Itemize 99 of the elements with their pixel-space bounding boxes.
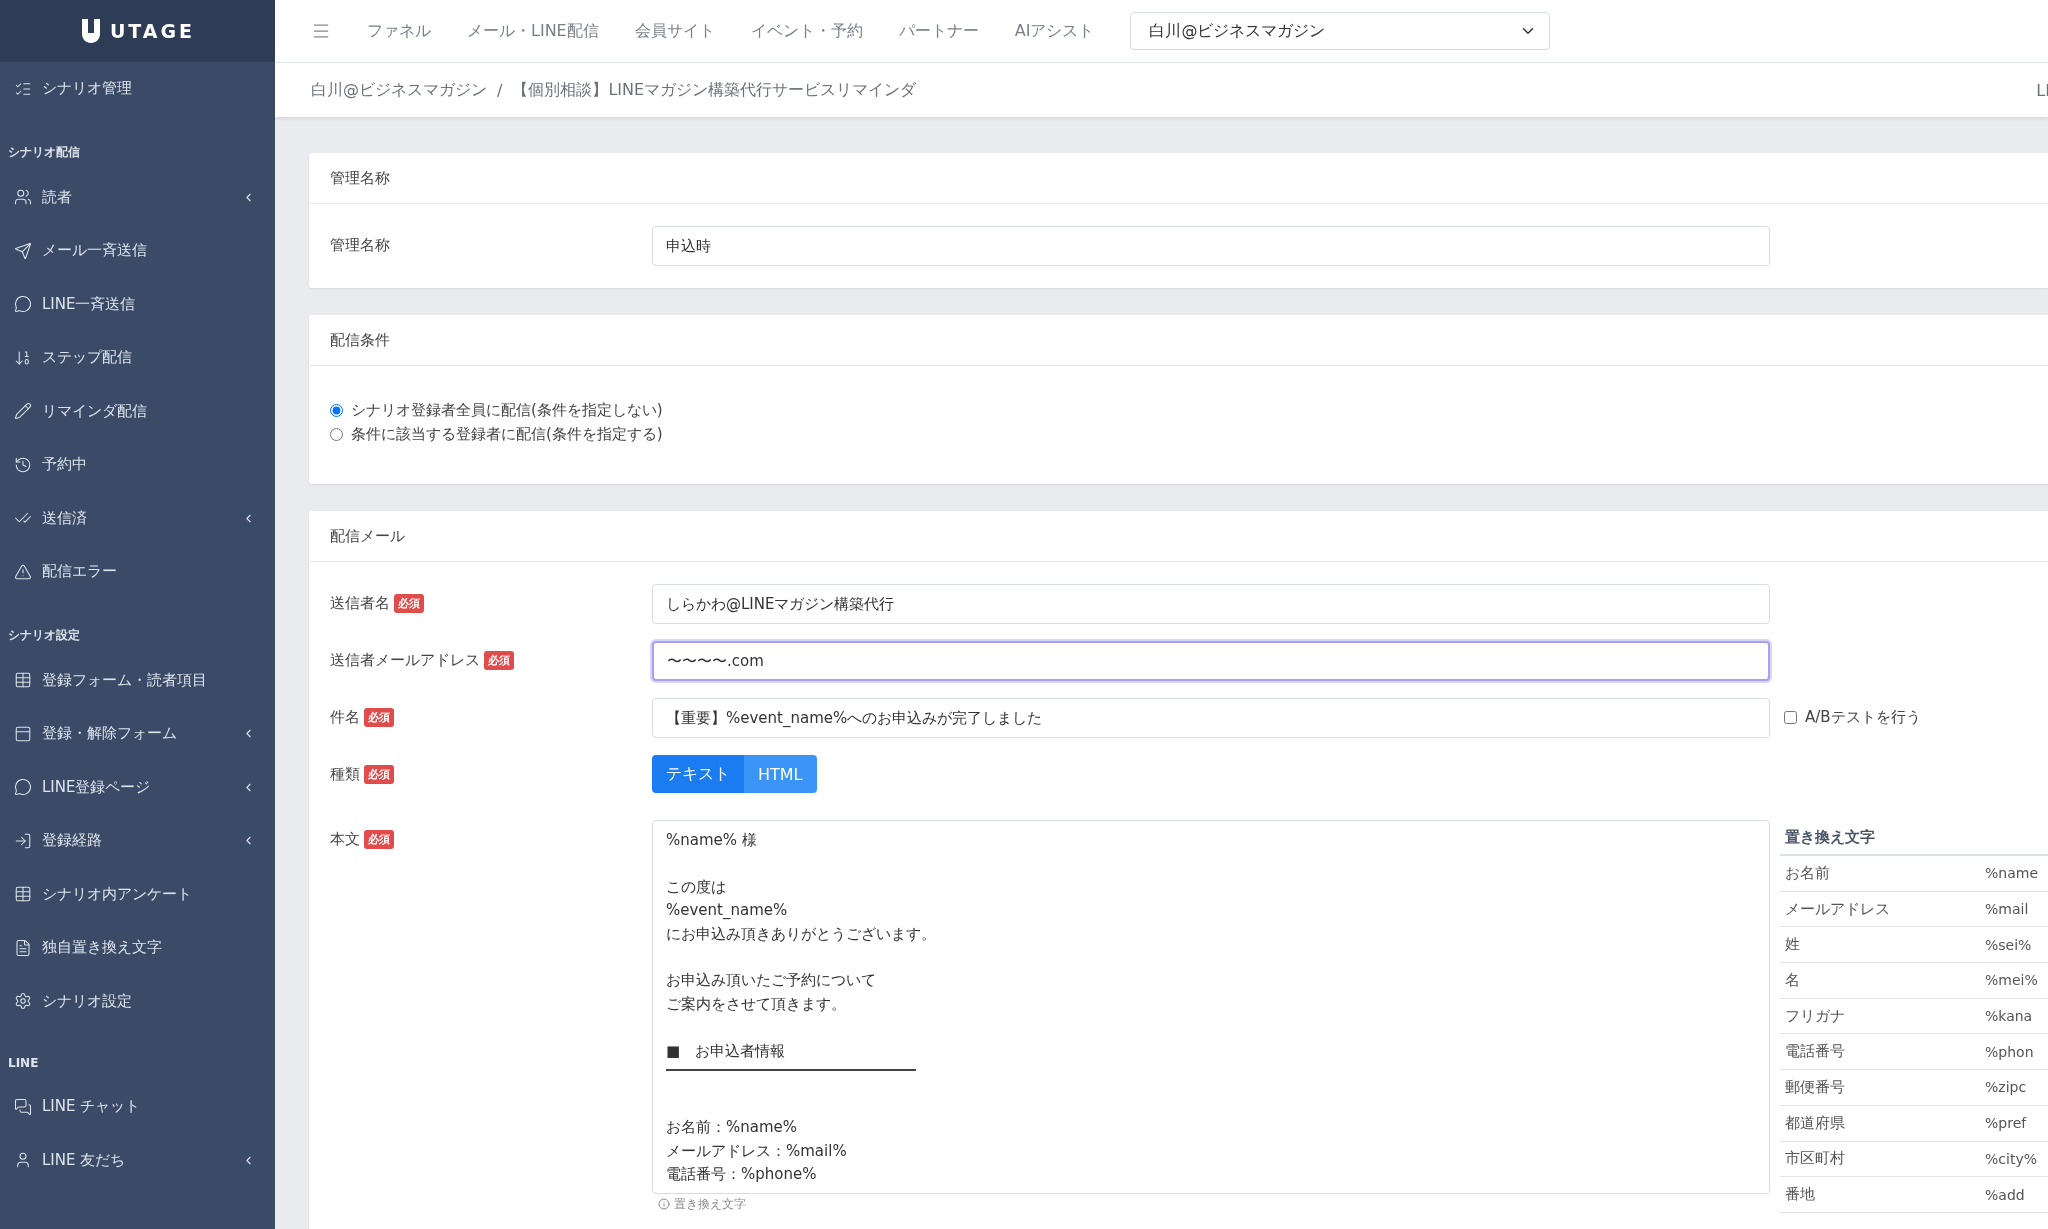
table-cell: %kana <box>1985 1008 2033 1025</box>
required-badge: 必須 <box>364 708 394 727</box>
user-icon <box>14 1151 32 1170</box>
sidebar-item[interactable]: LINE登録ページ <box>0 760 275 814</box>
table-cell-text: 都道府県 <box>1784 1113 1846 1133</box>
table-cell: %name <box>1985 865 2038 882</box>
card-title: 管理名称 <box>330 168 390 188</box>
sidebar-item[interactable]: 登録フォーム・読者項目 <box>0 653 275 707</box>
form-icon <box>14 724 32 743</box>
field-label: 本文 <box>330 830 360 849</box>
table-cell: %phon <box>1985 1043 2034 1060</box>
section-heading: LINE <box>7 1055 40 1072</box>
table-cell: %mail <box>1985 901 2029 918</box>
login-icon <box>14 831 32 850</box>
checkbox-label: A/Bテストを行う <box>1805 708 1921 727</box>
field-label: 送信者名 <box>330 594 390 613</box>
input-field[interactable]: 【重要】%event_name%へのお申込みが完了しました <box>652 698 1770 738</box>
required-badge: 必須 <box>484 651 514 670</box>
table-cell: %sei% <box>1985 936 2032 953</box>
sidebar-item[interactable]: 独自置き換え文字 <box>0 921 275 975</box>
nav-link[interactable]: パートナー <box>898 20 979 42</box>
table-cell: %pref <box>1985 1115 2027 1132</box>
required-badge: 必須 <box>364 830 394 849</box>
checkbox[interactable] <box>1784 711 1797 724</box>
breadcrumb-separator: / <box>497 80 503 100</box>
chat-icon <box>14 778 32 797</box>
table-icon <box>14 885 32 904</box>
table-cell-text: フリガナ <box>1784 1006 1846 1026</box>
type-toggle[interactable]: テキスト <box>652 755 744 793</box>
table-cell-text: 郵便番号 <box>1784 1077 1846 1097</box>
nav-link[interactable]: AIアシスト <box>1014 20 1095 42</box>
table-cell-text: 市区町村 <box>1784 1149 1846 1169</box>
table-cell-text: メールアドレス <box>1784 899 1891 919</box>
logo-text: UTAGE <box>109 20 196 42</box>
field-label: 送信者メールアドレス <box>330 651 480 670</box>
breadcrumb-link[interactable]: LI <box>2036 80 2048 100</box>
required-badge: 必須 <box>364 765 394 784</box>
field-label: 件名 <box>330 708 360 727</box>
chats-icon <box>14 1097 32 1116</box>
sidebar-item[interactable]: リマインダ配信 <box>0 384 275 438</box>
body-text-area[interactable]: %name% 様 この度は %event_name% にお申込み頂きありがとうございます。 お申込み頂いたご予約について ご案内をさせて頂きます。 ■ お申込者情報 お名前：%name% メールアドレス：%mail% 電話番号：%phone% <box>652 820 1770 1194</box>
breadcrumb-link[interactable]: 白川@ビジネスマガジン <box>311 79 487 101</box>
table-header: 置き換え文字 <box>1780 820 2048 856</box>
nav-link[interactable]: 会員サイト <box>634 20 715 42</box>
sidebar-item[interactable]: シナリオ管理 <box>0 62 275 116</box>
input-field[interactable]: 〜〜〜〜.com <box>652 641 1770 681</box>
history-icon <box>14 455 32 474</box>
radio-button[interactable] <box>330 427 343 441</box>
table-cell-text: 電話番号 <box>1784 1042 1846 1062</box>
info-icon <box>658 1198 670 1210</box>
pencil-icon <box>14 402 32 421</box>
settings-icon <box>14 992 32 1011</box>
sidebar-item[interactable]: シナリオ内アンケート <box>0 867 275 921</box>
document-icon <box>14 938 32 957</box>
input-field[interactable]: 申込時 <box>652 226 1770 266</box>
sidebar-item[interactable]: 送信済 <box>0 491 275 545</box>
table-cell: %add <box>1985 1186 2025 1203</box>
field-label: 管理名称 <box>330 236 390 255</box>
sidebar-item[interactable]: 読者 <box>0 170 275 224</box>
nav-link[interactable]: イベント・予約 <box>750 20 863 42</box>
users-icon <box>14 188 32 207</box>
table-cell: %city% <box>1985 1150 2037 1167</box>
table-cell-text: お名前 <box>1784 863 1831 883</box>
radio-label: シナリオ登録者全員に配信(条件を指定しない) <box>351 400 663 420</box>
nav-link[interactable]: ファネル <box>367 20 431 42</box>
sidebar-item[interactable]: シナリオ設定 <box>0 974 275 1028</box>
sidebar-item[interactable]: メール一斉送信 <box>0 224 275 278</box>
required-badge: 必須 <box>394 594 424 613</box>
sidebar-item[interactable]: 登録経路 <box>0 814 275 868</box>
sort-icon <box>14 348 32 367</box>
input-field[interactable]: しらかわ@LINEマガジン構築代行 <box>652 584 1770 624</box>
table-cell-text: 姓 <box>1784 935 1801 955</box>
send-icon <box>14 241 32 260</box>
sidebar-item[interactable]: 予約中 <box>0 438 275 492</box>
table-cell-text: 番地 <box>1784 1185 1816 1205</box>
sidebar-item[interactable]: LINE一斉送信 <box>0 277 275 331</box>
breadcrumb-link[interactable]: 【個別相談】LINEマガジン構築代行サービスリマインダ <box>512 79 917 101</box>
field-label: 種類 <box>330 765 360 784</box>
replacement-hint[interactable]: 置き換え文字 <box>674 1197 746 1211</box>
account-select[interactable]: 白川@ビジネスマガジン <box>1130 12 1551 50</box>
card-title: 配信条件 <box>330 330 390 350</box>
sidebar-item[interactable]: ステップ配信 <box>0 331 275 385</box>
sidebar-item[interactable]: LINE 友だち <box>0 1133 275 1187</box>
table-cell: %mei% <box>1985 972 2038 989</box>
logo-icon <box>79 19 102 43</box>
section-heading: シナリオ配信 <box>7 143 81 161</box>
radio-label: 条件に該当する登録者に配信(条件を指定する) <box>351 424 663 444</box>
chat-icon <box>14 295 32 314</box>
section-heading: シナリオ設定 <box>7 626 81 644</box>
nav-link[interactable]: メール・LINE配信 <box>467 20 599 42</box>
table-icon <box>14 671 32 690</box>
warning-icon <box>14 562 32 581</box>
sidebar-item[interactable]: 配信エラー <box>0 545 275 599</box>
radio-button[interactable] <box>330 403 343 417</box>
table-cell: %zipc <box>1985 1079 2027 1096</box>
sidebar-item[interactable]: LINE チャット <box>0 1080 275 1134</box>
card-title: 配信メール <box>330 526 405 546</box>
table-cell-text: 名 <box>1784 970 1801 990</box>
sidebar-item[interactable]: 登録・解除フォーム <box>0 707 275 761</box>
